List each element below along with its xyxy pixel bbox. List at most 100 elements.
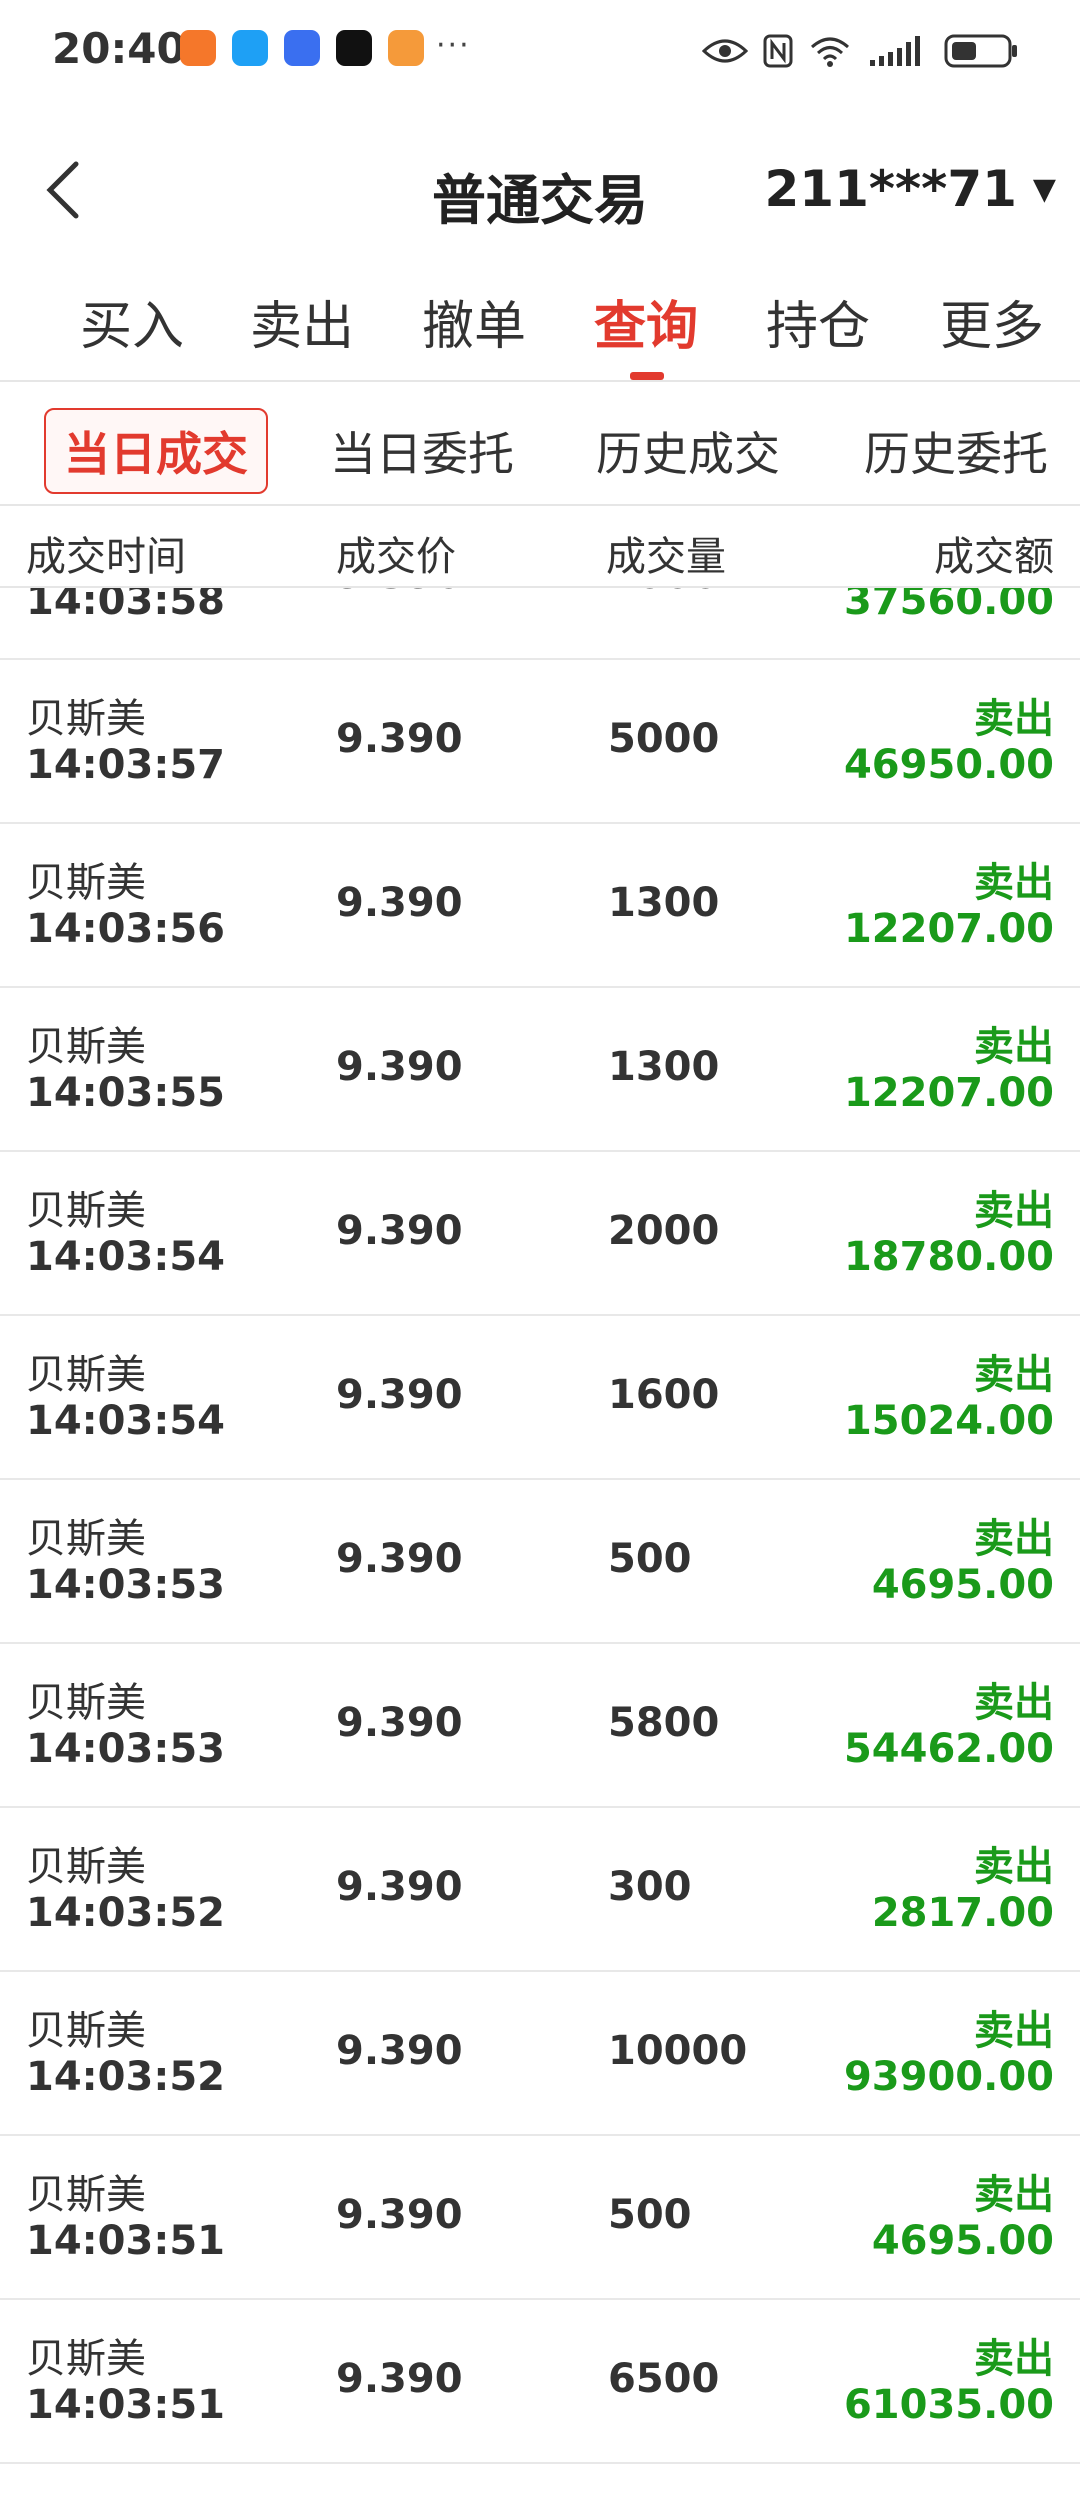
table-row[interactable]: 贝斯美 14:03:54 9.390 2000 卖出 18780.00 — [0, 1152, 1080, 1316]
active-tab-indicator — [630, 372, 664, 380]
trade-price: 9.390 — [336, 588, 463, 598]
table-row[interactable]: 贝斯美 14:03:55 9.390 1300 卖出 12207.00 — [0, 988, 1080, 1152]
stock-name: 贝斯美 — [26, 2336, 146, 2382]
stock-name: 贝斯美 — [26, 2008, 146, 2054]
trade-time: 14:03:51 — [26, 2382, 225, 2428]
message-icon — [232, 30, 268, 66]
trade-side: 卖出 — [974, 1680, 1054, 1726]
column-header-volume: 成交量 — [606, 534, 726, 580]
tab-cancel[interactable]: 撤单 — [422, 284, 526, 359]
subtab-history-trades[interactable]: 历史成交 — [596, 418, 780, 484]
trade-side: 卖出 — [974, 1352, 1054, 1398]
trade-volume: 1300 — [608, 880, 720, 926]
trade-side: 卖出 — [974, 1516, 1054, 1562]
eye-icon — [702, 39, 748, 63]
wifi-icon — [811, 37, 849, 67]
status-time: 20:40 — [52, 24, 186, 73]
main-tabs: 买入 卖出 撤单 查询 持仓 更多 — [0, 268, 1080, 380]
app-orange-icon — [180, 30, 216, 66]
trade-amount: 37560.00 — [843, 588, 1054, 624]
divider — [0, 380, 1080, 382]
more-notifications-icon: ··· — [436, 28, 471, 63]
trade-time: 14:03:55 — [26, 1070, 225, 1116]
table-row[interactable]: 贝斯美 14:03:51 9.390 6500 卖出 61035.00 — [0, 2300, 1080, 2464]
trade-side: 卖出 — [974, 1024, 1054, 1070]
trade-amount: 18780.00 — [843, 1234, 1054, 1280]
table-row[interactable]: 贝斯美 14:03:57 9.390 5000 卖出 46950.00 — [0, 660, 1080, 824]
table-row[interactable]: 贝斯美 14:03:52 9.390 300 卖出 2817.00 — [0, 1808, 1080, 1972]
trade-time: 14:03:58 — [26, 588, 225, 624]
account-selector[interactable]: 211***71 ▼ — [765, 160, 1056, 218]
app-header: 普通交易 211***71 ▼ — [0, 140, 1080, 240]
tab-positions[interactable]: 持仓 — [766, 284, 870, 359]
tiktok-icon — [336, 30, 372, 66]
table-row[interactable]: 贝斯美 14:03:52 9.390 10000 卖出 93900.00 — [0, 1972, 1080, 2136]
trade-price: 9.390 — [336, 1536, 463, 1582]
trade-time: 14:03:52 — [26, 1890, 225, 1936]
column-header-time: 成交时间 — [26, 534, 186, 580]
table-row[interactable]: 贝斯美 14:03:53 9.390 500 卖出 4695.00 — [0, 1480, 1080, 1644]
signal-icon — [870, 36, 920, 66]
stock-name: 贝斯美 — [26, 1188, 146, 1234]
trade-price: 9.390 — [336, 1044, 463, 1090]
stock-name: 贝斯美 — [26, 2172, 146, 2218]
app-orange-2-icon — [388, 30, 424, 66]
trade-amount: 12207.00 — [843, 1070, 1054, 1116]
table-row[interactable]: 贝斯美 14:03:56 9.390 1300 卖出 12207.00 — [0, 824, 1080, 988]
subtab-today-orders[interactable]: 当日委托 — [330, 418, 514, 484]
trade-amount: 12207.00 — [843, 906, 1054, 952]
trade-amount: 4695.00 — [871, 1562, 1054, 1608]
tab-query[interactable]: 查询 — [594, 284, 698, 359]
trade-price: 9.390 — [336, 1372, 463, 1418]
trade-time: 14:03:56 — [26, 906, 225, 952]
trade-amount: 2817.00 — [871, 1890, 1054, 1936]
trade-time: 14:03:52 — [26, 2054, 225, 2100]
trade-price: 9.390 — [336, 880, 463, 926]
table-row[interactable]: 贝斯美 14:03:51 9.390 500 卖出 4695.00 — [0, 2136, 1080, 2300]
tab-more[interactable]: 更多 — [940, 284, 1044, 359]
trade-amount: 4695.00 — [871, 2218, 1054, 2264]
trade-volume: 4000 — [608, 588, 719, 598]
trade-price: 9.390 — [336, 2192, 463, 2238]
trade-time: 14:03:53 — [26, 1562, 225, 1608]
system-icons — [702, 26, 1020, 76]
table-row[interactable]: 贝斯美 14:03:53 9.390 5800 卖出 54462.00 — [0, 1644, 1080, 1808]
trade-volume: 300 — [608, 1864, 692, 1910]
subtab-history-orders[interactable]: 历史委托 — [864, 418, 1048, 484]
trade-volume: 10000 — [608, 2028, 748, 2074]
trade-amount: 61035.00 — [843, 2382, 1054, 2428]
divider — [0, 504, 1080, 506]
trade-side: 卖出 — [974, 860, 1054, 906]
trade-volume: 2000 — [608, 1208, 720, 1254]
nfc-icon — [763, 34, 793, 68]
trades-list[interactable]: 贝斯美14:03:589.3904000卖出37560.00贝斯美14:03:5… — [0, 588, 1080, 2504]
table-row[interactable]: 贝斯美 14:03:54 9.390 1600 卖出 15024.00 — [0, 1316, 1080, 1480]
trade-amount: 93900.00 — [843, 2054, 1054, 2100]
trade-volume: 500 — [608, 1536, 692, 1582]
stock-name: 贝斯美 — [26, 1352, 146, 1398]
trade-side: 卖出 — [974, 696, 1054, 742]
status-bar: 20:40 ··· — [0, 0, 1080, 100]
stock-name: 贝斯美 — [26, 1844, 146, 1890]
tab-sell[interactable]: 卖出 — [250, 284, 354, 359]
trade-side: 卖出 — [974, 2172, 1054, 2218]
trade-price: 9.390 — [336, 1700, 463, 1746]
trade-time: 14:03:57 — [26, 742, 225, 788]
column-header-amount: 成交额 — [934, 534, 1054, 580]
trades-list-content: 贝斯美14:03:589.3904000卖出37560.00贝斯美14:03:5… — [0, 588, 1080, 2464]
trade-time: 14:03:54 — [26, 1398, 225, 1444]
trade-price: 9.390 — [336, 2028, 463, 2074]
trade-side: 卖出 — [974, 1844, 1054, 1890]
column-header-price: 成交价 — [336, 534, 456, 580]
trade-volume: 500 — [608, 2192, 692, 2238]
trade-volume: 1300 — [608, 1044, 720, 1090]
stock-name: 贝斯美 — [26, 1516, 146, 1562]
table-row[interactable]: 贝斯美14:03:589.3904000卖出37560.00 — [0, 588, 1080, 660]
tab-buy[interactable]: 买入 — [80, 284, 184, 359]
trade-volume: 1600 — [608, 1372, 720, 1418]
trade-side: 卖出 — [974, 2336, 1054, 2382]
subtab-today-trades[interactable]: 当日成交 — [44, 408, 268, 494]
trade-price: 9.390 — [336, 1208, 463, 1254]
trade-side: 卖出 — [974, 2008, 1054, 2054]
trade-amount: 15024.00 — [843, 1398, 1054, 1444]
